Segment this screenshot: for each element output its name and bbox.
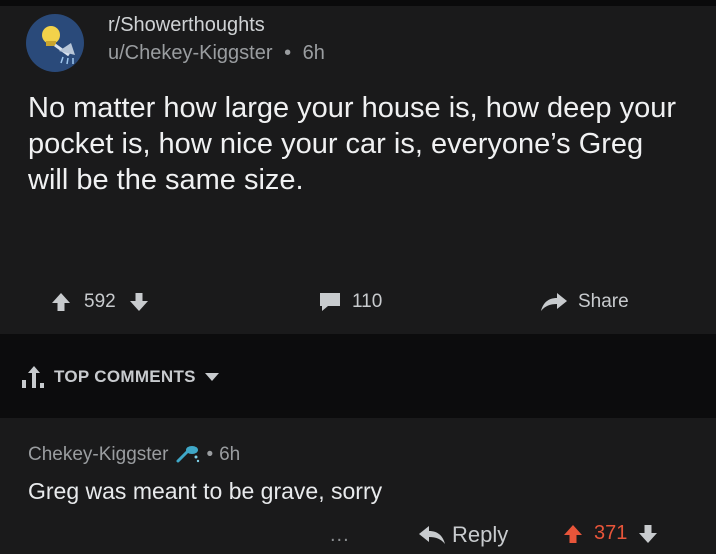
flair-icon [176,446,200,463]
downvote-icon[interactable] [637,523,659,545]
sort-icon [22,366,44,388]
comment-body: Greg was meant to be grave, sorry [28,478,383,504]
comment-meta: Chekey-Kiggster • 6h [28,444,240,466]
post-actions: 592 110 Share [0,282,716,322]
post-vote-group: 592 [50,282,150,322]
post-age: 6h [302,42,325,64]
comment-icon [320,293,340,311]
subreddit-avatar[interactable] [26,14,84,72]
post-title: No matter how large your house is, how d… [28,92,677,196]
comment-age: 6h [219,444,241,465]
more-options-button[interactable]: ... [330,524,350,547]
upvote-icon[interactable] [50,291,72,313]
comment-count: 110 [352,291,383,312]
meta-separator: • [284,42,292,64]
comment-sort-dropdown[interactable]: TOP COMMENTS [18,364,220,390]
share-icon [541,293,567,311]
comments-button[interactable]: 110 [318,282,382,322]
downvote-icon[interactable] [128,291,150,313]
post-card: r/Showerthoughts u/Chekey-Kiggster • 6h … [0,6,716,334]
post-author[interactable]: u/Chekey-Kiggster [108,42,273,64]
share-button[interactable]: Share [540,282,629,322]
comment-score: 371 [594,522,628,544]
sort-label: TOP COMMENTS [54,367,196,386]
reply-button[interactable]: Reply [418,522,508,548]
showerhead-icon [42,26,75,65]
comment-actions: ... Reply 371 [0,520,716,554]
comment: Chekey-Kiggster • 6h Greg was meant to b… [0,418,716,554]
post-meta: u/Chekey-Kiggster • 6h [108,42,325,65]
post-score: 592 [84,291,116,312]
comment-meta-separator: • [206,444,214,465]
reply-icon [419,526,445,544]
comment-author[interactable]: Chekey-Kiggster [28,444,168,466]
reply-label: Reply [452,522,509,547]
comment-vote-group: 371 [562,522,659,545]
chevron-down-icon [204,373,219,381]
subreddit-name[interactable]: r/Showerthoughts [108,14,265,37]
upvote-icon[interactable] [562,523,584,545]
share-label: Share [578,291,629,312]
